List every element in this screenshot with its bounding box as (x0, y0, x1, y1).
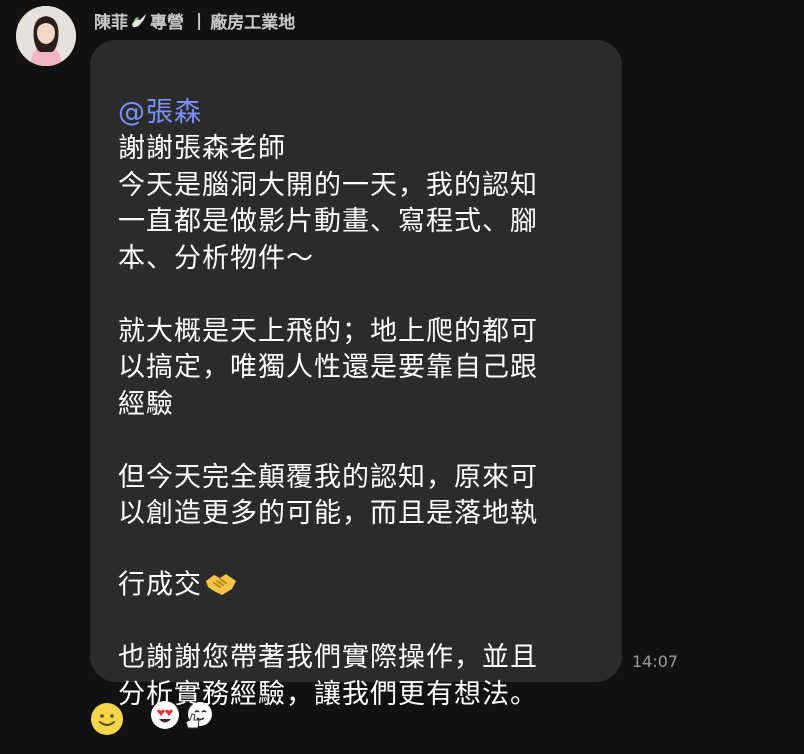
heart-eyes-icon[interactable] (150, 700, 180, 730)
thumbs-up-face-icon[interactable] (184, 700, 214, 730)
message-timestamp: 14:07 (632, 652, 679, 671)
message-body: 謝謝張森老師 今天是腦洞大開的一天，我的認知 一直都是做影片動畫、寫程式、腳 本… (118, 133, 538, 600)
sender-name-part2: 專營 (150, 13, 184, 33)
sender-separator: | (196, 10, 203, 31)
smiley-icon[interactable] (90, 702, 124, 736)
dove-icon (130, 12, 148, 30)
sender-name-part1: 陳菲 (94, 13, 128, 33)
handshake-icon (204, 533, 238, 595)
avatar[interactable] (16, 6, 76, 66)
reaction-list (150, 700, 214, 730)
message-text: @張森 謝謝張森老師 今天是腦洞大開的一天，我的認知 一直都是做影片動畫、寫程式、… (118, 58, 610, 713)
mention-link[interactable]: @張森 (118, 95, 610, 132)
sender-subtitle: 廠房工業地 (210, 13, 296, 33)
sender-name: 陳菲 專營 | 廠房工業地 (94, 8, 296, 34)
